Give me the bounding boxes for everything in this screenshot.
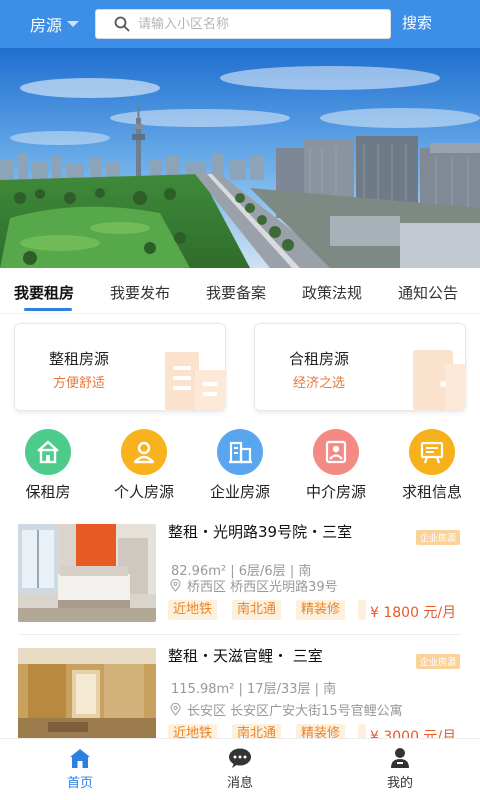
meta-separator: |: [314, 682, 324, 697]
bottom-nav: 首页 消息 我的: [0, 738, 480, 800]
listing-floor: 17层/33层: [247, 682, 311, 697]
quick-link-wanted[interactable]: 求租信息: [384, 429, 480, 501]
listing-title: 整租・天滋官鲤・ 三室: [168, 647, 323, 665]
search-icon: [114, 16, 130, 32]
category-tabs: 我要租房 我要发布 我要备案 政策法规 通知公告: [0, 268, 480, 314]
quick-link-label: 求租信息: [401, 483, 462, 501]
quick-link-enterprise[interactable]: 企业房源: [192, 429, 288, 501]
shared-rent-card[interactable]: 合租房源 经济之选: [254, 323, 466, 411]
source-dropdown-label: 房源: [30, 16, 63, 35]
listing-address-text: 桥西区 桥西区光明路39号: [187, 580, 338, 595]
source-dropdown[interactable]: 房源: [30, 12, 80, 36]
listing-address: 长安区 长安区广安大街15号官鲤公寓: [170, 700, 403, 719]
door-icon: [413, 350, 465, 410]
nav-profile[interactable]: 我的: [360, 747, 440, 791]
message-icon: [200, 747, 280, 769]
search-input[interactable]: [138, 16, 378, 32]
feature-chip-overflow: [358, 600, 366, 620]
listing-photo: [18, 524, 156, 622]
office-building-icon: [217, 429, 263, 475]
quick-link-label: 保租房: [25, 483, 71, 501]
listing-orientation: 南: [323, 682, 337, 697]
nav-messages[interactable]: 消息: [200, 747, 280, 791]
tab-rent[interactable]: 我要租房: [14, 282, 74, 303]
listing-title: 整租・光明路39号院・三室: [168, 523, 353, 541]
nav-home[interactable]: 首页: [40, 747, 120, 791]
banner-image[interactable]: [0, 48, 480, 268]
quick-link-label: 中介房源: [305, 483, 366, 501]
house-icon: [25, 429, 71, 475]
notice-board-icon: [409, 429, 455, 475]
nav-label: 消息: [226, 776, 253, 791]
tab-registration[interactable]: 我要备案: [206, 282, 266, 303]
caret-down-icon: [67, 21, 80, 27]
nav-label: 首页: [66, 776, 93, 791]
tab-notices[interactable]: 通知公告: [398, 282, 458, 303]
quick-link-label: 企业房源: [209, 483, 270, 501]
location-pin-icon: [170, 703, 181, 716]
listing-area: 115.98m²: [171, 682, 235, 697]
person-icon: [121, 429, 167, 475]
feature-chip: 精装修: [296, 600, 346, 620]
listing-price: ¥ 1800 元/月: [370, 605, 457, 621]
feature-chip: 近地铁: [168, 600, 218, 620]
nav-label: 我的: [386, 776, 413, 791]
listing-meta: 115.98m² | 17层/33层 | 南: [171, 678, 336, 697]
active-tab-indicator: [24, 308, 72, 311]
quick-link-agency[interactable]: 中介房源: [288, 429, 384, 501]
search-button[interactable]: 搜索: [402, 12, 432, 33]
meta-separator: |: [238, 682, 248, 697]
quick-link-label: 个人房源: [113, 483, 174, 501]
tab-policies[interactable]: 政策法规: [302, 282, 362, 303]
listing-item[interactable]: 整租・光明路39号院・三室 企业房源 82.96m² | 6层/6层 | 南 桥…: [0, 524, 480, 638]
listing-address: 桥西区 桥西区光明路39号: [170, 576, 338, 595]
listing-address-text: 长安区 长安区广安大街15号官鲤公寓: [187, 704, 403, 719]
feature-chip: 南北通: [232, 600, 282, 620]
whole-rent-card[interactable]: 整租房源 方便舒适: [14, 323, 226, 411]
divider: [18, 634, 462, 635]
listing-tag: 企业房源: [416, 530, 461, 545]
building-icon: [165, 352, 225, 410]
quick-link-personal[interactable]: 个人房源: [96, 429, 192, 501]
top-bar: 房源 搜索: [0, 0, 480, 48]
tab-publish[interactable]: 我要发布: [110, 282, 170, 303]
listing-tag: 企业房源: [416, 654, 461, 669]
listing-photo: [18, 648, 156, 746]
quick-link-affordable[interactable]: 保租房: [0, 429, 96, 501]
user-icon: [360, 747, 440, 769]
agent-icon: [313, 429, 359, 475]
home-icon: [40, 747, 120, 769]
search-box[interactable]: [95, 9, 391, 39]
location-pin-icon: [170, 579, 181, 592]
